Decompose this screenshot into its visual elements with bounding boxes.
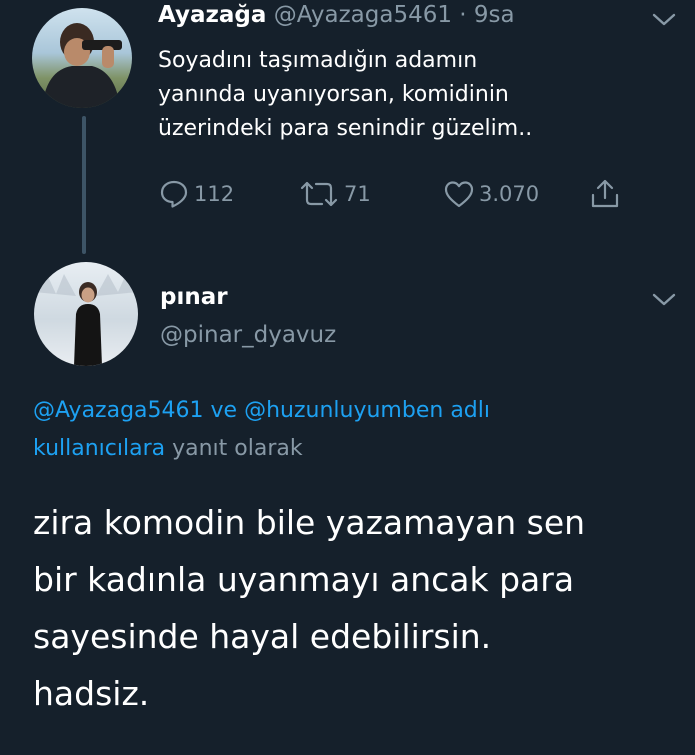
tweet-text: Soyadını taşımadığın adamın yanında uyan…: [158, 44, 658, 146]
mention-link[interactable]: @huzunluyumben: [244, 398, 443, 423]
like-count: 3.070: [479, 182, 540, 206]
tweet-header: Ayazağa @Ayazaga5461 · 9sa: [158, 2, 515, 28]
reply-count: 112: [194, 182, 235, 206]
retweet-icon: [300, 181, 338, 207]
chevron-down-icon[interactable]: [651, 12, 677, 28]
tweet-text-line: sayesinde hayal edebilirsin.: [33, 617, 492, 656]
tweet-text-line: Soyadını taşımadığın adamın: [158, 48, 478, 73]
user-handle[interactable]: @Ayazaga5461: [274, 2, 452, 28]
tweet-text-line: yanında uyanıyorsan, komidinin: [158, 82, 509, 107]
thread-connector-line: [82, 116, 86, 254]
replying-to: @Ayazaga5461 ve @huzunluyumben adlı kull…: [33, 392, 633, 468]
tweet-text-line: üzerindeki para senindir güzelim..: [158, 116, 533, 141]
tweet-text-line: hadsiz.: [33, 674, 150, 713]
share-button[interactable]: [588, 176, 626, 212]
tweet-time[interactable]: 9sa: [474, 2, 515, 28]
retweet-button[interactable]: 71: [298, 176, 371, 212]
header-separator: ·: [459, 2, 467, 28]
avatar-image: [42, 23, 122, 108]
retweet-count: 71: [344, 182, 371, 206]
user-handle[interactable]: @pinar_dyavuz: [160, 322, 336, 348]
reply-button[interactable]: 112: [158, 176, 234, 212]
reply-icon: [160, 180, 188, 208]
display-name[interactable]: Ayazağa: [158, 2, 266, 28]
tweet-text-line: bir kadınla uyanmayı ancak para: [33, 560, 575, 599]
mention-suffix[interactable]: adlı: [450, 398, 490, 423]
share-icon: [591, 179, 619, 208]
like-button[interactable]: 3.070: [443, 176, 539, 212]
mention-link[interactable]: @Ayazaga5461: [33, 398, 204, 423]
tweet-text-line: zira komodin bile yazamayan sen: [33, 503, 586, 542]
original-tweet[interactable]: Ayazağa @Ayazaga5461 · 9sa Soyadını taşı…: [0, 0, 695, 254]
chevron-down-icon[interactable]: [651, 292, 677, 308]
reply-to-label: yanıt olarak: [172, 436, 303, 461]
tweet-text: zira komodin bile yazamayan sen bir kadı…: [33, 494, 673, 722]
tweet-actions: 112 71 3.070: [158, 176, 638, 212]
ayazaga-avatar[interactable]: [32, 8, 132, 108]
display-name[interactable]: pınar: [160, 284, 228, 310]
heart-icon: [444, 181, 474, 208]
mention-connector[interactable]: ve: [211, 398, 238, 423]
avatar-image: [34, 270, 138, 366]
pinar-avatar[interactable]: [34, 262, 138, 366]
mention-suffix[interactable]: kullanıcılara: [33, 436, 165, 461]
